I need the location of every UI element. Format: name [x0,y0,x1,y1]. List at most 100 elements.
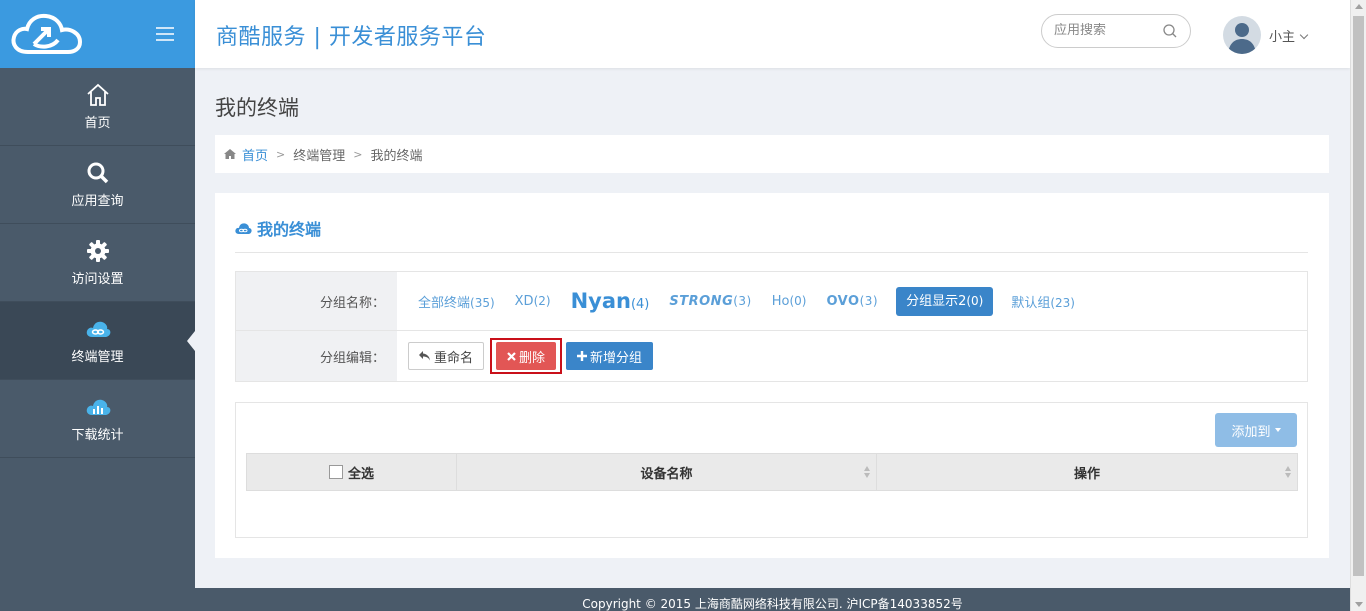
group-tag-count: (2) [533,293,551,308]
group-tag-name: OVO [826,293,860,309]
group-tag-name: Ho [771,293,790,309]
terminal-panel: 我的终端 分组名称： 全部终端(35) XD(2) Nyan(4) STRONG… [215,193,1329,558]
user-avatar-icon [1228,23,1256,54]
divider [235,252,1308,253]
plus-icon [577,351,588,361]
gear-icon [86,240,109,262]
group-edit-label: 分组编辑： [236,331,397,381]
group-tag-name: 全部终端 [418,295,471,311]
add-to-label: 添加到 [1231,424,1271,440]
sort-icon [864,466,870,478]
sidebar-item-label: 访问设置 [71,272,124,287]
breadcrumb-separator: > [276,147,286,161]
breadcrumb-current: 我的终端 [370,148,423,164]
scroll-thumb[interactable] [1353,16,1364,576]
group-tag-all[interactable]: 全部终端(35) [408,292,505,311]
logo-bar [0,0,195,68]
close-icon [507,351,516,361]
rename-button-label: 重命名 [434,350,474,366]
cloud-link-icon [86,321,110,337]
user-menu[interactable]: 小主 [1269,26,1309,45]
vertical-scrollbar[interactable] [1350,0,1366,611]
group-tags: 全部终端(35) XD(2) Nyan(4) STRONG(3) Ho(0) O… [397,272,1307,330]
sidebar-item-label: 应用查询 [71,194,124,209]
select-all-checkbox[interactable] [328,465,343,479]
breadcrumb-home-link[interactable]: 首页 [242,145,268,164]
sidebar-item-label: 首页 [84,116,111,131]
home-icon [86,83,109,106]
breadcrumb: 首页 > 终端管理 > 我的终端 [215,135,1329,173]
scroll-up-icon[interactable] [1355,4,1363,9]
delete-highlight-frame: 删除 [490,338,563,374]
footer: Copyright © 2015 上海商酷网络科技有限公司. 沪ICP备1403… [195,588,1350,611]
panel-title-text: 我的终端 [257,220,322,239]
group-tag-count: (23) [1050,295,1075,310]
top-header: 商酷服务 | 开发者服务平台 小主 [195,0,1350,68]
rename-button[interactable]: 重命名 [408,342,485,370]
chevron-down-icon [1299,30,1309,40]
group-tag-ovo[interactable]: OVO(3) [816,294,888,309]
group-tag-count: (4) [630,297,650,312]
copyright-text: Copyright © 2015 上海商酷网络科技有限公司. 沪ICP备1403… [582,597,963,611]
breadcrumb-separator: > [353,147,363,161]
caret-down-icon [1274,428,1281,432]
device-name-header[interactable]: 设备名称 [457,454,877,490]
group-tag-strong[interactable]: STRONG(3) [659,294,761,309]
group-tag-name: Nyan [570,289,631,313]
scroll-down-icon[interactable] [1355,602,1363,607]
group-edit-buttons: 重命名 删除 新增分组 [397,331,1307,381]
group-tag-count: (35) [470,295,495,310]
group-edit-row: 分组编辑： 重命名 删除 新增分组 [236,331,1307,381]
group-name-row: 分组名称： 全部终端(35) XD(2) Nyan(4) STRONG(3) H… [236,272,1307,331]
group-tag-ho[interactable]: Ho(0) [762,294,817,309]
group-tag-count: (3) [859,293,879,308]
panel-title: 我的终端 [235,216,321,240]
reply-icon [419,351,430,361]
group-box: 分组名称： 全部终端(35) XD(2) Nyan(4) STRONG(3) H… [235,271,1308,382]
page-header-title: 商酷服务 | 开发者服务平台 [216,25,487,50]
username-label: 小主 [1269,30,1296,45]
group-tag-xd[interactable]: XD(2) [505,294,561,309]
operation-header[interactable]: 操作 [877,454,1297,490]
sidebar-item-label: 终端管理 [71,350,124,365]
select-all-label[interactable]: 全选 [348,463,374,482]
cloud-chart-icon [86,399,110,415]
group-tag-count: (0) [789,293,807,308]
add-to-dropdown[interactable]: 添加到 [1215,413,1297,447]
column-label: 设备名称 [640,466,693,482]
sidebar-item-label: 下载统计 [71,428,124,443]
group-tag-name: 默认组 [1011,295,1051,311]
group-tag-default[interactable]: 默认组(23) [1001,292,1085,311]
cloud-logo-icon [11,13,83,54]
sidebar-item-access-settings[interactable]: 访问设置 [0,224,195,302]
home-icon [224,149,236,159]
group-tag-name: 分组显示2 [906,293,967,309]
select-all-header: 全选 [247,454,457,490]
group-tag-nyan[interactable]: Nyan(4) [561,289,660,313]
sidebar-item-app-query[interactable]: 应用查询 [0,146,195,224]
breadcrumb-item[interactable]: 终端管理 [293,145,345,164]
app-search-input[interactable] [1054,23,1154,38]
page-title: 我的终端 [215,96,299,120]
sidebar-item-home[interactable]: 首页 [0,68,195,146]
delete-button[interactable]: 删除 [496,342,557,370]
sort-icon [1285,466,1291,478]
menu-toggle-icon[interactable] [156,27,174,41]
delete-button-label: 删除 [519,350,546,366]
app-search-box [1041,14,1191,48]
group-tag-count: (0) [966,293,984,308]
cloud-link-icon [235,223,252,234]
avatar[interactable] [1223,16,1261,54]
search-icon [87,162,108,184]
search-icon[interactable] [1162,23,1178,39]
group-tag-display2[interactable]: 分组显示2(0) [896,286,994,316]
device-table-header: 全选 设备名称 操作 [246,453,1298,491]
group-name-label: 分组名称： [236,272,397,330]
sidebar-item-download-stats[interactable]: 下载统计 [0,380,195,458]
device-table-box: 添加到 全选 设备名称 操作 [235,402,1308,538]
sidebar-item-terminal-management[interactable]: 终端管理 [0,302,195,380]
add-group-button[interactable]: 新增分组 [566,342,654,370]
group-tag-name: XD [514,293,534,309]
group-tag-name: STRONG [669,293,734,309]
group-tag-count: (3) [733,293,752,308]
